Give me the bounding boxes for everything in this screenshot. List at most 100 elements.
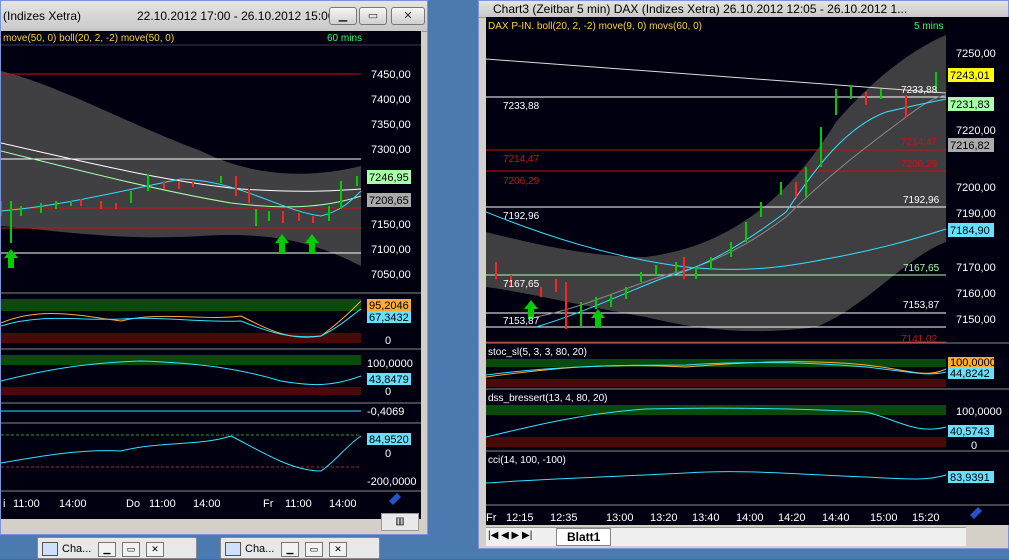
svg-text:0: 0 xyxy=(971,440,977,452)
svg-text:0: 0 xyxy=(385,448,391,460)
svg-text:11:00: 11:00 xyxy=(13,498,40,510)
left-oscillator-4: 84,9520 0 -200,0000 xyxy=(1,433,417,488)
left-chart-window[interactable]: (Indizes Xetra) 22.10.2012 17:00 - 26.10… xyxy=(0,0,428,535)
svg-text:14:00: 14:00 xyxy=(736,512,764,524)
svg-text:40,5743: 40,5743 xyxy=(950,426,990,438)
maximize-button[interactable]: ▭ xyxy=(305,542,323,557)
left-price-axis: 7450,00 7400,00 7350,00 7300,00 7150,00 … xyxy=(367,69,411,281)
svg-text:7208,65: 7208,65 xyxy=(369,195,409,207)
svg-text:13:20: 13:20 xyxy=(650,512,678,524)
svg-text:7233,88: 7233,88 xyxy=(901,85,938,96)
svg-text:7250,00: 7250,00 xyxy=(956,48,996,60)
svg-text:7206,29: 7206,29 xyxy=(901,159,938,170)
svg-text:7450,00: 7450,00 xyxy=(371,69,411,81)
svg-text:Fr: Fr xyxy=(263,498,274,510)
svg-text:95,2046: 95,2046 xyxy=(369,300,409,312)
close-button[interactable]: ✕ xyxy=(146,542,164,557)
svg-text:14:00: 14:00 xyxy=(329,498,357,510)
svg-text:7167,65: 7167,65 xyxy=(903,263,940,274)
left-window-title: (Indizes Xetra) xyxy=(3,9,82,23)
svg-text:13:40: 13:40 xyxy=(692,512,720,524)
svg-text:7050,00: 7050,00 xyxy=(371,269,411,281)
svg-text:7153,87: 7153,87 xyxy=(903,300,940,311)
svg-text:cci(14, 100, -100): cci(14, 100, -100) xyxy=(488,455,566,466)
svg-text:7231,83: 7231,83 xyxy=(950,99,990,111)
left-window-date-range: 22.10.2012 17:00 - 26.10.2012 15:00 xyxy=(137,9,335,23)
chart-window-icon xyxy=(42,542,58,556)
pen-icon[interactable] xyxy=(389,493,401,505)
svg-text:7300,00: 7300,00 xyxy=(371,144,411,156)
svg-text:7192,96: 7192,96 xyxy=(503,211,540,222)
svg-text:7220,00: 7220,00 xyxy=(956,125,996,137)
left-oscillator-1: 95,2046 67,3432 0 xyxy=(1,299,411,347)
svg-text:0: 0 xyxy=(385,386,391,398)
taskbar-button-chart-2[interactable]: Cha... ▁ ▭ ✕ xyxy=(220,537,380,559)
svg-text:100,0000: 100,0000 xyxy=(956,406,1002,418)
svg-text:14:00: 14:00 xyxy=(59,498,87,510)
left-timeframe: 60 mins xyxy=(327,33,362,44)
svg-text:7233,88: 7233,88 xyxy=(503,101,540,112)
svg-text:stoc_sl(5, 3, 3, 80, 20): stoc_sl(5, 3, 3, 80, 20) xyxy=(488,347,587,358)
svg-text:7214,47: 7214,47 xyxy=(503,154,540,165)
right-chart-window[interactable]: Chart3 (Zeitbar 5 min) DAX (Indizes Xetr… xyxy=(478,0,1009,549)
svg-text:7150,00: 7150,00 xyxy=(371,219,411,231)
svg-text:12:15: 12:15 xyxy=(506,512,534,524)
svg-text:7214,47: 7214,47 xyxy=(901,137,938,148)
svg-text:11:00: 11:00 xyxy=(285,498,312,510)
svg-text:13:00: 13:00 xyxy=(606,512,634,524)
svg-text:7216,82: 7216,82 xyxy=(950,140,990,152)
maximize-button[interactable]: ▭ xyxy=(359,7,387,25)
svg-text:7246,95: 7246,95 xyxy=(369,172,409,184)
svg-text:7170,00: 7170,00 xyxy=(956,262,996,274)
right-window-title: Chart3 (Zeitbar 5 min) DAX (Indizes Xetr… xyxy=(493,2,908,16)
maximize-button[interactable]: ▭ xyxy=(122,542,140,557)
svg-text:Do: Do xyxy=(126,498,140,510)
right-time-axis: Fr 12:15 12:35 13:00 13:20 13:40 14:00 1… xyxy=(486,512,940,524)
sheet-tab-blatt1[interactable]: Blatt1 xyxy=(556,528,612,546)
svg-text:67,3432: 67,3432 xyxy=(369,312,409,324)
svg-text:Fr: Fr xyxy=(486,512,497,524)
svg-text:12:35: 12:35 xyxy=(550,512,578,524)
svg-text:7350,00: 7350,00 xyxy=(371,119,411,131)
left-scrollbar-corner[interactable]: ▥ xyxy=(381,513,419,531)
left-indicator-label: move(50, 0) boll(20, 2, -2) move(50, 0) xyxy=(3,33,174,44)
left-title-bar[interactable]: (Indizes Xetra) 22.10.2012 17:00 - 26.10… xyxy=(1,1,427,32)
svg-text:7243,01: 7243,01 xyxy=(950,70,990,82)
tab-nav-buttons[interactable]: |◀ ◀ ▶ ▶| xyxy=(488,530,532,541)
svg-text:7184,90: 7184,90 xyxy=(950,225,990,237)
pen-icon[interactable] xyxy=(970,507,982,519)
left-time-axis: i 11:00 14:00 Do 11:00 14:00 Fr 11:00 14… xyxy=(3,498,357,510)
svg-text:7167,65: 7167,65 xyxy=(503,279,540,290)
right-dss-panel: dss_bressert(13, 4, 80, 20) 100,0000 40,… xyxy=(486,393,1002,452)
svg-text:-0,4069: -0,4069 xyxy=(367,406,404,418)
svg-text:7200,00: 7200,00 xyxy=(956,182,996,194)
svg-text:7100,00: 7100,00 xyxy=(371,244,411,256)
svg-text:7153,87: 7153,87 xyxy=(503,316,540,327)
left-chart-area[interactable]: move(50, 0) boll(20, 2, -2) move(50, 0) … xyxy=(1,31,421,519)
close-button[interactable]: ✕ xyxy=(329,542,347,557)
svg-text:7190,00: 7190,00 xyxy=(956,208,996,220)
svg-text:15:00: 15:00 xyxy=(870,512,898,524)
right-title-bar[interactable]: Chart3 (Zeitbar 5 min) DAX (Indizes Xetr… xyxy=(479,1,1008,18)
svg-text:44,8242: 44,8242 xyxy=(950,368,990,380)
minimize-button[interactable]: ▁ xyxy=(281,542,299,557)
svg-text:43,8479: 43,8479 xyxy=(369,374,409,386)
svg-text:11:00: 11:00 xyxy=(149,498,176,510)
taskbar-button-chart-1[interactable]: Cha... ▁ ▭ ✕ xyxy=(37,537,197,559)
svg-text:7160,00: 7160,00 xyxy=(956,288,996,300)
minimize-button[interactable]: ▁ xyxy=(329,7,357,25)
svg-text:dss_bressert(13, 4, 80, 20): dss_bressert(13, 4, 80, 20) xyxy=(488,393,608,404)
svg-text:100,0000: 100,0000 xyxy=(367,358,413,370)
close-button[interactable]: ✕ xyxy=(391,7,425,25)
svg-text:i: i xyxy=(3,498,5,510)
right-price-panel: 7233,88 7233,88 7214,47 7214,47 7206,29 … xyxy=(486,35,947,345)
svg-text:14:00: 14:00 xyxy=(193,498,221,510)
svg-text:7206,29: 7206,29 xyxy=(503,176,540,187)
left-oscillator-2: 100,0000 43,8479 0 xyxy=(1,355,413,398)
chart-window-icon xyxy=(225,542,241,556)
right-price-axis: 7250,00 7220,00 7200,00 7190,00 7170,00 … xyxy=(948,48,996,326)
minimize-button[interactable]: ▁ xyxy=(98,542,116,557)
svg-text:7400,00: 7400,00 xyxy=(371,94,411,106)
right-chart-area[interactable]: DAX P-IN. boll(20, 2, -2) move(9, 0) mov… xyxy=(486,17,1009,525)
sheet-tab-bar: |◀ ◀ ▶ ▶| Blatt1 xyxy=(486,527,966,546)
